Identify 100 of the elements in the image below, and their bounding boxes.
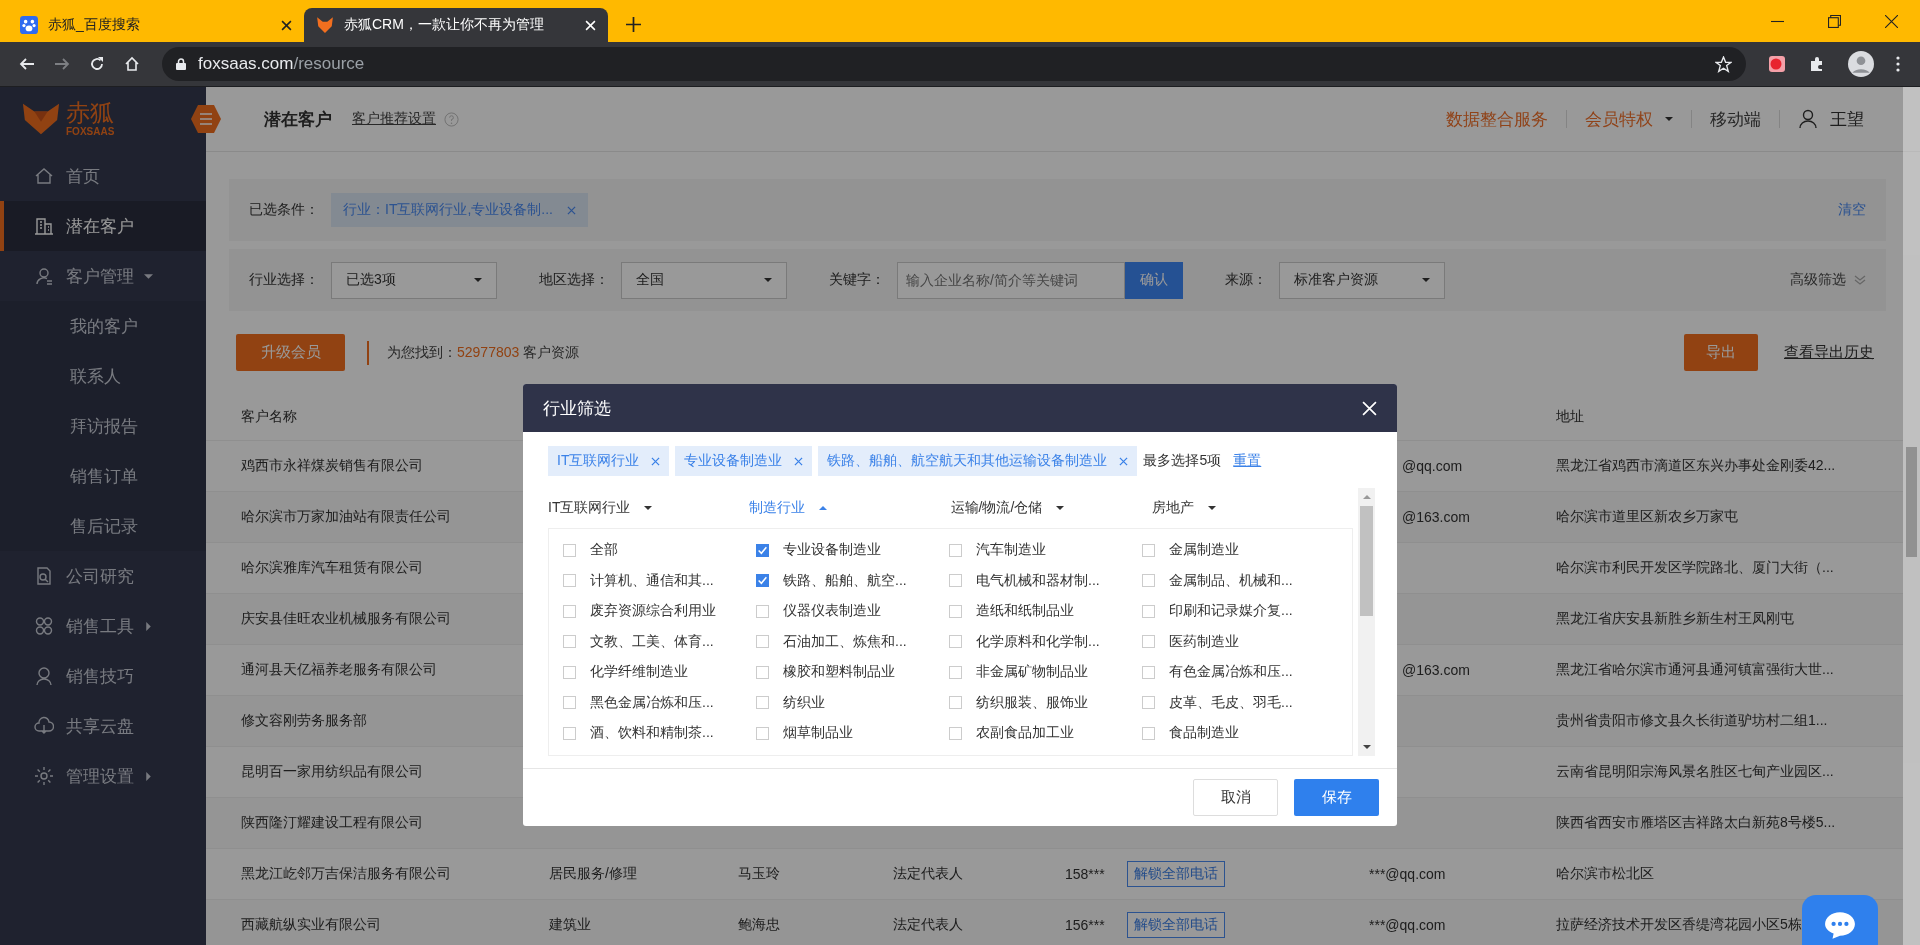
address-field[interactable]: foxsaas.com/resource [162,47,1746,81]
checkbox[interactable] [1142,574,1155,588]
home-icon[interactable] [124,56,140,72]
checkbox[interactable] [563,635,576,649]
industry-option[interactable]: 专业设备制造业 [756,535,949,566]
source-select[interactable]: 标准客户资源 [1279,261,1445,299]
menu-icon[interactable] [190,104,222,134]
keyword-field[interactable]: 输入企业名称/简介等关键词 [897,261,1125,299]
checkbox[interactable] [756,665,769,679]
help-icon[interactable] [444,111,459,127]
checkbox[interactable] [949,696,962,710]
sidebar-subitem[interactable]: 联系人 [0,351,206,401]
industry-option[interactable]: 烟草制品业 [756,718,949,749]
selected-tag[interactable]: 铁路、船舶、航空航天和其他运输设备制造业 [818,446,1138,476]
browser-tab[interactable]: 赤狐CRM，一款让你不再为管理 [304,8,608,42]
industry-option[interactable]: 铁路、船舶、航空... [756,565,949,596]
checkbox[interactable] [756,574,769,588]
sidebar-item[interactable]: 管理设置 [0,751,206,801]
industry-option[interactable]: 废弃资源综合利用业 [563,596,756,627]
industry-option[interactable]: 金属制品、机械和... [1142,565,1335,596]
close-icon[interactable] [1885,15,1898,28]
industry-option[interactable]: 化学原料和化学制... [949,626,1142,657]
checkbox[interactable] [563,665,576,679]
scrollbar[interactable] [1903,87,1920,945]
close-icon[interactable] [281,19,292,31]
industry-option[interactable]: 汽车制造业 [949,535,1142,566]
checkbox[interactable] [949,665,962,679]
sidebar-subitem[interactable]: 拜访报告 [0,401,206,451]
settings-link[interactable]: 客户推荐设置 [352,110,436,128]
chat-button[interactable] [1802,895,1878,945]
sidebar-subitem[interactable]: 销售订单 [0,451,206,501]
checkbox[interactable] [756,604,769,618]
checkbox[interactable] [1142,665,1155,679]
industry-option[interactable]: 皮革、毛皮、羽毛... [1142,687,1335,718]
new-tab-icon[interactable] [626,17,641,32]
industry-option[interactable]: 金属制造业 [1142,535,1335,566]
industry-option[interactable]: 酒、饮料和精制茶... [563,718,756,749]
checkbox[interactable] [756,696,769,710]
menu-icon[interactable] [1896,56,1900,72]
industry-option[interactable]: 造纸和纸制品业 [949,596,1142,627]
industry-option[interactable]: 非金属矿物制品业 [949,657,1142,688]
region-select[interactable]: 全国 [621,261,787,299]
sidebar-item[interactable]: 潜在客户 [0,201,206,251]
checkbox[interactable] [949,635,962,649]
export-history-link[interactable]: 查看导出历史 [1784,343,1874,362]
browser-tab[interactable]: 赤狐_百度搜索 [8,8,304,42]
sidebar-item[interactable]: 客户管理 [0,251,206,301]
checkbox[interactable] [756,543,769,557]
industry-option[interactable]: 印刷和记录媒介复... [1142,596,1335,627]
category-tab[interactable]: 制造行业 [749,499,951,517]
sidebar-subitem[interactable]: 售后记录 [0,501,206,551]
reload-icon[interactable] [89,56,105,72]
industry-option[interactable]: 黑色金属冶炼和压... [563,687,756,718]
checkbox[interactable] [1142,604,1155,618]
industry-option[interactable]: 仪器仪表制造业 [756,596,949,627]
sidebar-subitem[interactable]: 我的客户 [0,301,206,351]
user-icon[interactable] [1798,109,1818,129]
nav-link[interactable]: 移动端 [1710,107,1761,131]
checkbox[interactable] [563,604,576,618]
industry-option[interactable]: 计算机、通信和其... [563,565,756,596]
scroll-up-icon[interactable] [1362,494,1371,500]
advanced-filter-link[interactable]: 高级筛选 [1790,271,1866,289]
cancel-button[interactable]: 取消 [1193,778,1278,816]
checkbox[interactable] [563,574,576,588]
checkbox[interactable] [1142,696,1155,710]
category-tab[interactable]: IT互联网行业 [548,499,750,517]
save-button[interactable]: 保存 [1294,778,1379,816]
checkbox[interactable] [756,635,769,649]
checkbox[interactable] [1142,543,1155,557]
star-icon[interactable] [1715,55,1732,73]
checkbox[interactable] [949,604,962,618]
checkbox[interactable] [563,726,576,740]
checkbox[interactable] [949,726,962,740]
category-tab[interactable]: 房地产 [1151,499,1353,517]
selected-tag[interactable]: 专业设备制造业 [675,446,813,476]
industry-option[interactable]: 纺织业 [756,687,949,718]
sidebar-item[interactable]: 销售工具 [0,601,206,651]
industry-option[interactable]: 农副食品加工业 [949,718,1142,749]
industry-option[interactable]: 石油加工、炼焦和... [756,626,949,657]
industry-option[interactable]: 纺织服装、服饰业 [949,687,1142,718]
industry-select[interactable]: 已选3项 [331,261,497,299]
forward-icon[interactable] [54,56,70,72]
industry-option[interactable]: 食品制造业 [1142,718,1335,749]
industry-option[interactable]: 橡胶和塑料制品业 [756,657,949,688]
selected-tag[interactable]: IT互联网行业 [548,446,670,476]
checkbox[interactable] [949,574,962,588]
industry-option[interactable]: 化学纤维制造业 [563,657,756,688]
industry-option[interactable]: 有色金属冶炼和压... [1142,657,1335,688]
industry-option[interactable]: 电气机械和器材制... [949,565,1142,596]
checkbox[interactable] [949,543,962,557]
back-icon[interactable] [19,56,35,72]
category-tab[interactable]: 运输/物流/仓储 [950,499,1152,517]
extension-icon[interactable] [1768,55,1786,73]
industry-option[interactable]: 文教、工美、体育... [563,626,756,657]
checkbox[interactable] [563,543,576,557]
checkbox[interactable] [563,696,576,710]
avatar-icon[interactable] [1848,51,1874,77]
sidebar-item[interactable]: 共享云盘 [0,701,206,751]
reset-link[interactable]: 重置 [1233,452,1262,470]
sidebar-item[interactable]: 公司研究 [0,551,206,601]
